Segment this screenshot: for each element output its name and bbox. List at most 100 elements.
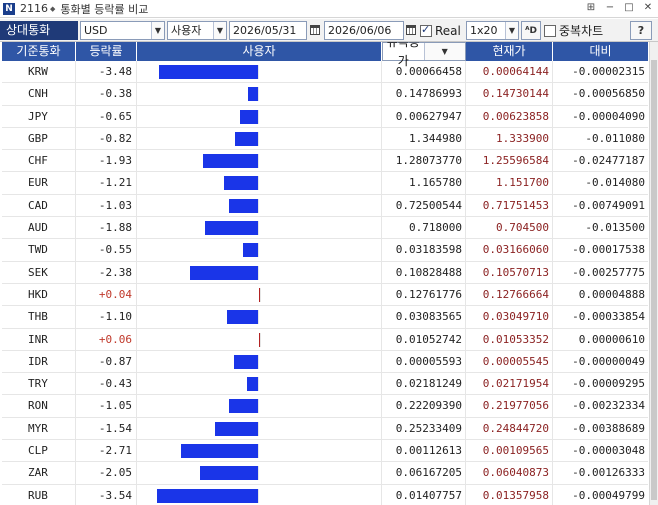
- maximize-icon[interactable]: □: [623, 2, 635, 13]
- close-icon[interactable]: ✕: [642, 2, 654, 13]
- ny-close-cell: 0.02181249: [382, 373, 466, 395]
- table-row[interactable]: THB -1.10 0.03083565 0.03049710 -0.00033854: [2, 306, 648, 329]
- calendar-icon[interactable]: [404, 21, 418, 38]
- change-rate-cell: +0.06: [76, 328, 137, 350]
- difference-cell: -0.00749091: [572, 198, 645, 212]
- rate-bar: [229, 198, 259, 213]
- overlap-chart-checkbox[interactable]: 중복차트: [544, 21, 603, 40]
- pin-icon[interactable]: ◆: [50, 5, 55, 13]
- chevron-down-icon[interactable]: ▼: [505, 22, 518, 39]
- table-row[interactable]: KRW -3.48 0.00066458 0.00064144 -0.00002315: [2, 61, 648, 84]
- base-currency-cell: CHF: [2, 150, 76, 172]
- base-currency-cell: CAD: [2, 194, 76, 217]
- link-icon[interactable]: ⊞: [585, 2, 597, 13]
- ny-close-cell: 0.06167205: [382, 462, 466, 484]
- chart-settings-button[interactable]: ᴬD: [521, 21, 541, 40]
- header-change-rate[interactable]: 등락률: [76, 42, 137, 61]
- current-price-cell: 0.00005545: [466, 350, 553, 373]
- checkbox-unchecked-icon[interactable]: [544, 24, 556, 37]
- change-rate-cell: -0.43: [76, 373, 137, 395]
- table-row[interactable]: CNH -0.38 0.14786993 0.14730144 -0.00056850: [2, 83, 648, 106]
- ny-close-cell: 0.22209390: [382, 395, 466, 417]
- change-rate-cell: -0.82: [76, 127, 137, 150]
- table-row[interactable]: CHF -1.93 1.28073770 1.25596584 -0.02477187: [2, 150, 648, 173]
- difference-cell: -0.00056850: [572, 87, 645, 101]
- table-row[interactable]: INR +0.06 0.01052742 0.01053352 0.00000610: [2, 328, 648, 351]
- difference-cell: -0.00388689: [572, 421, 645, 435]
- window-controls: ⊞ − □ ✕: [585, 2, 654, 13]
- rate-bar: [227, 310, 259, 325]
- ny-close-cell: 0.00627947: [382, 105, 466, 127]
- ny-close-cell: 0.72500544: [382, 194, 466, 217]
- rate-bar: [203, 154, 259, 169]
- rate-bar: [224, 176, 259, 191]
- table-row[interactable]: TWD -0.55 0.03183598 0.03166060 -0.00017538: [2, 239, 648, 262]
- table-row[interactable]: AUD -1.88 0.718000 0.704500 -0.013500: [2, 217, 648, 240]
- table-body: KRW -3.48 0.00066458 0.00064144 -0.00002315 C…: [2, 61, 648, 505]
- table-row[interactable]: ZAR -2.05 0.06167205 0.06040873 -0.00126333: [2, 462, 648, 485]
- table-row[interactable]: CLP -2.71 0.00112613 0.00109565 -0.00003048: [2, 440, 648, 463]
- table-row[interactable]: RUB -3.54 0.01407757 0.01357958 -0.00049799: [2, 484, 648, 505]
- base-currency-cell: AUD: [2, 217, 76, 239]
- difference-cell: -0.00017538: [572, 243, 645, 257]
- date-from-input[interactable]: 2026/05/31: [229, 21, 307, 40]
- interval-select[interactable]: 1x20 ▼: [466, 21, 519, 40]
- change-rate-cell: -2.71: [76, 440, 137, 462]
- base-currency-cell: TWD: [2, 239, 76, 261]
- checkbox-checked-icon[interactable]: [420, 23, 432, 37]
- current-price-cell: 0.704500: [466, 217, 553, 239]
- calendar-icon[interactable]: [308, 21, 322, 38]
- current-price-cell: 0.00109565: [466, 440, 553, 462]
- mode-select[interactable]: 사용자 ▼: [167, 21, 227, 40]
- table-row[interactable]: TRY -0.43 0.02181249 0.02171954 -0.00009295: [2, 373, 648, 396]
- bar-cell: [137, 239, 382, 261]
- current-price-cell: 1.151700: [466, 172, 553, 194]
- current-price-cell: 0.06040873: [466, 462, 553, 484]
- header-ny-close-select[interactable]: 뉴욕종가 ▼: [382, 42, 466, 68]
- table-row[interactable]: JPY -0.65 0.00627947 0.00623858 -0.00004090: [2, 105, 648, 128]
- current-price-cell: 1.25596584: [466, 150, 553, 172]
- chevron-down-icon[interactable]: ▼: [151, 22, 164, 39]
- table-row[interactable]: HKD +0.04 0.12761776 0.12766664 0.00004888: [2, 283, 648, 307]
- chevron-down-icon[interactable]: ▼: [213, 22, 226, 39]
- change-rate-cell: -1.21: [76, 172, 137, 194]
- real-checkbox[interactable]: Real: [420, 21, 461, 40]
- rate-bar: [190, 265, 259, 280]
- header-difference[interactable]: 대비: [553, 42, 648, 61]
- header-bar[interactable]: 사용자: [137, 42, 382, 61]
- bar-cell: [137, 395, 382, 417]
- minimize-icon[interactable]: −: [604, 2, 616, 13]
- scrollbar-thumb[interactable]: [651, 60, 657, 500]
- table-row[interactable]: EUR -1.21 1.165780 1.151700 -0.014080: [2, 172, 648, 195]
- ny-close-cell: 0.14786993: [382, 83, 466, 105]
- rate-bar: [243, 243, 259, 258]
- rate-bar: [204, 221, 259, 236]
- change-rate-cell: -2.05: [76, 462, 137, 484]
- table-row[interactable]: SEK -2.38 0.10828488 0.10570713 -0.00257775: [2, 261, 648, 284]
- help-button[interactable]: ?: [630, 21, 652, 40]
- bar-cell: [137, 484, 382, 505]
- real-label: Real: [435, 23, 461, 38]
- table-row[interactable]: MYR -1.54 0.25233409 0.24844720 -0.00388689: [2, 417, 648, 441]
- vertical-scrollbar[interactable]: [649, 42, 658, 505]
- chevron-down-icon[interactable]: ▼: [423, 43, 465, 60]
- rate-bar: [246, 377, 259, 392]
- table-row[interactable]: IDR -0.87 0.00005593 0.00005545 -0.00000049: [2, 350, 648, 374]
- table-row[interactable]: GBP -0.82 1.344980 1.333900 -0.011080: [2, 127, 648, 151]
- currency-select[interactable]: USD ▼: [80, 21, 165, 40]
- difference-cell: -0.00004090: [572, 109, 645, 123]
- bar-cell: [137, 462, 382, 484]
- base-currency-cell: INR: [2, 328, 76, 350]
- rate-bar: [158, 65, 259, 79]
- table-row[interactable]: CAD -1.03 0.72500544 0.71751453 -0.00749091: [2, 194, 648, 218]
- base-currency-cell: RUB: [2, 484, 76, 505]
- ny-close-cell: 0.25233409: [382, 417, 466, 440]
- header-base-currency[interactable]: 기준통화: [2, 42, 76, 61]
- current-price-cell: 0.10570713: [466, 261, 553, 283]
- difference-cell: -0.00126333: [572, 466, 645, 480]
- table-row[interactable]: RON -1.05 0.22209390 0.21977056 -0.00232334: [2, 395, 648, 418]
- header-current-price[interactable]: 현재가: [466, 42, 553, 61]
- date-to-input[interactable]: 2026/06/06: [324, 21, 404, 40]
- mode-value: 사용자: [171, 24, 202, 37]
- bar-cell: [137, 194, 382, 217]
